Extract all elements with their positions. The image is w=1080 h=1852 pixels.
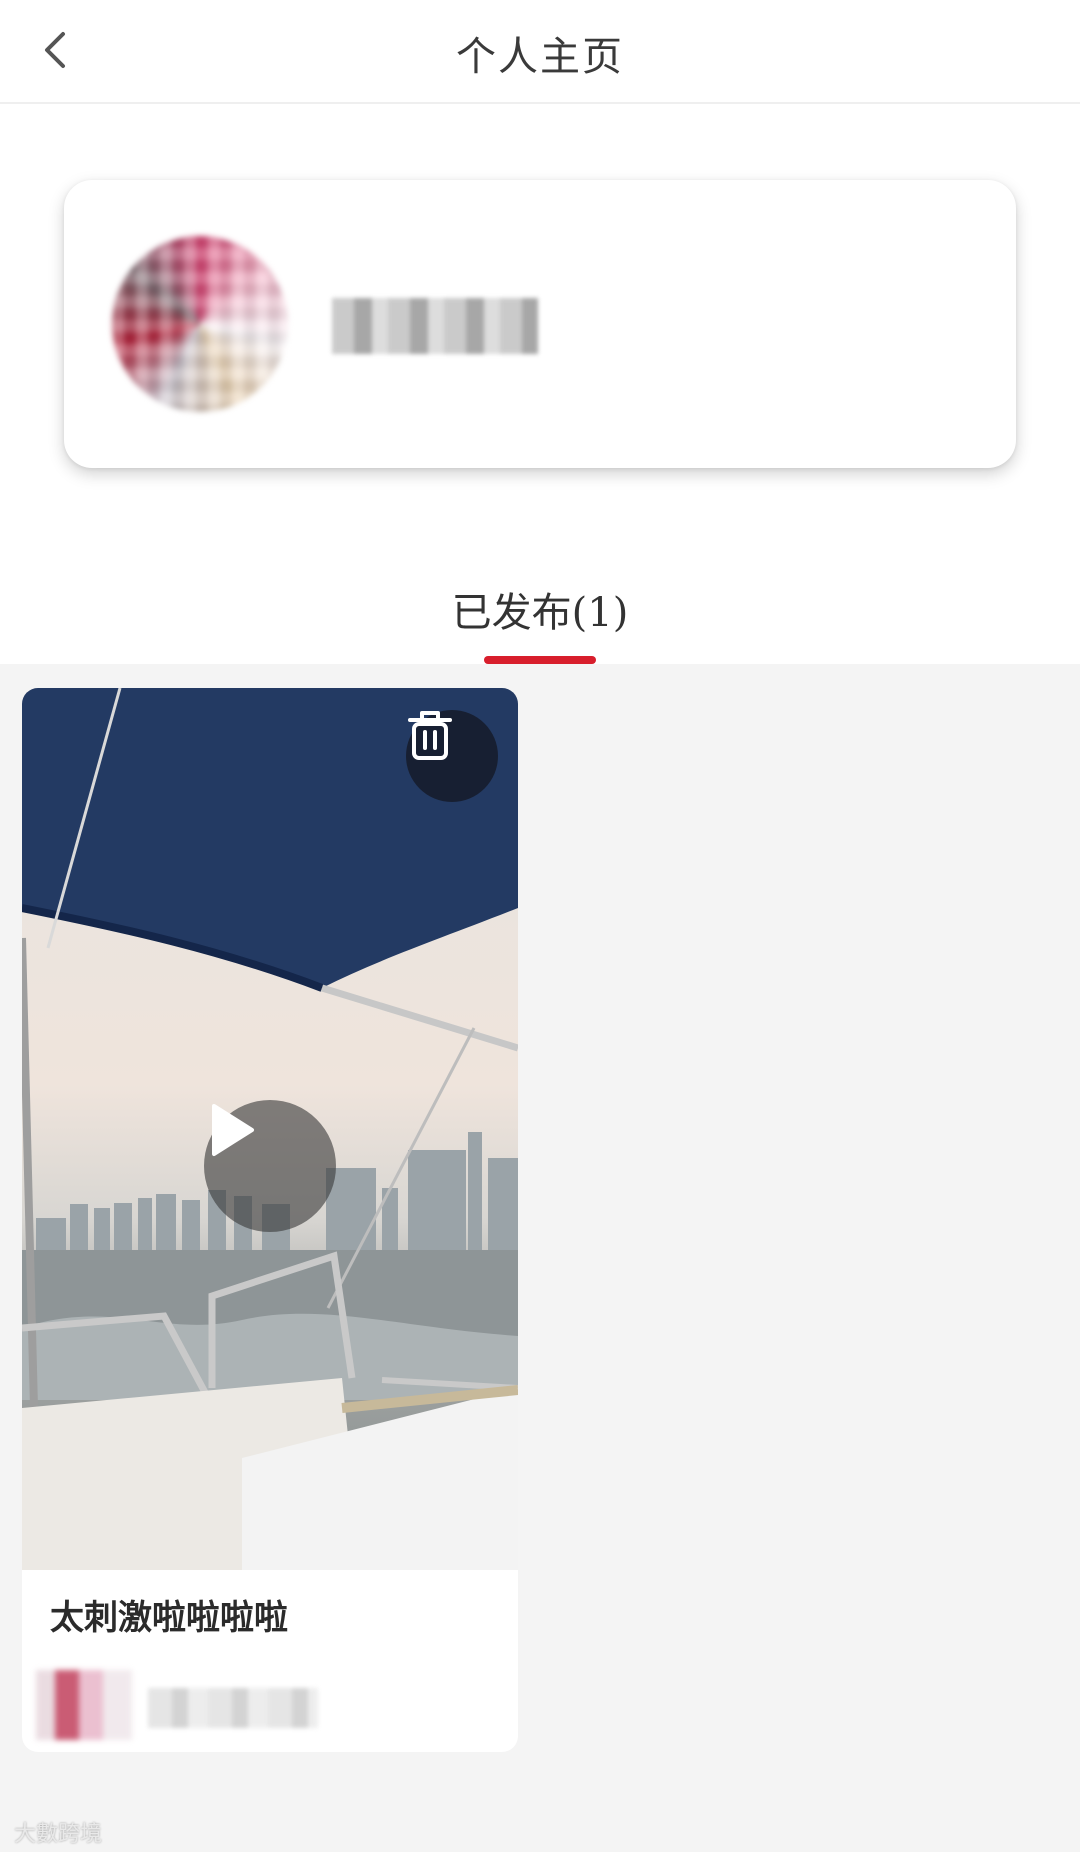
play-button[interactable] [204,1100,336,1232]
username-redacted [332,298,538,354]
author-avatar[interactable] [36,1670,132,1740]
tab-bar: 已发布(1) [0,540,1080,664]
tab-active-indicator [484,656,596,664]
play-icon [212,1104,254,1156]
posts-grid: 太刺激啦啦啦啦 [0,664,1080,1852]
top-nav-bar: 个人主页 [0,0,1080,104]
post-card[interactable]: 太刺激啦啦啦啦 [22,688,518,1752]
post-title[interactable]: 太刺激啦啦啦啦 [50,1590,288,1639]
video-thumbnail[interactable] [22,688,518,1570]
watermark: 大數跨境 [14,1822,103,1847]
page-title: 个人主页 [456,34,624,80]
trash-icon [408,711,452,760]
delete-button[interactable] [406,710,498,802]
tab-published[interactable]: 已发布(1) [0,580,1080,638]
avatar[interactable] [112,236,288,412]
profile-card [64,180,1016,468]
author-name-redacted [148,1688,318,1728]
